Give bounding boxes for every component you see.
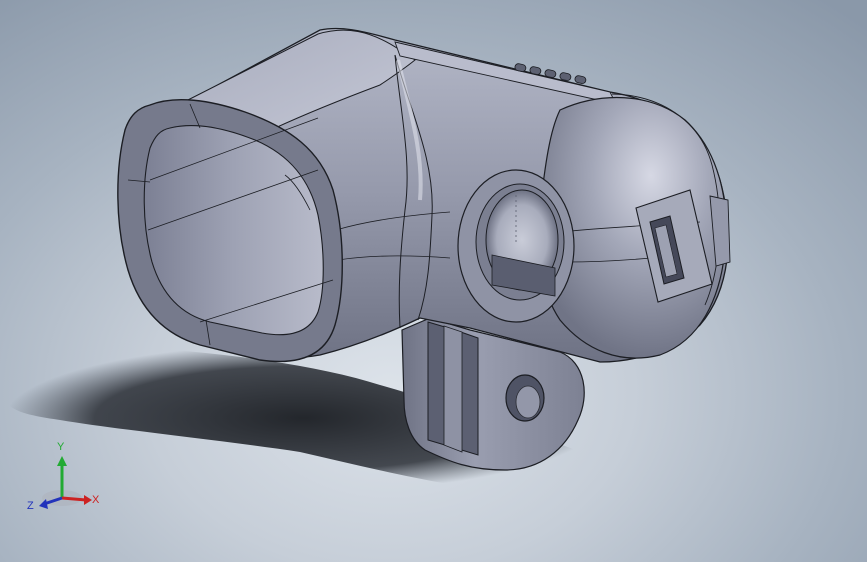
top-button-5[interactable]: [574, 75, 587, 84]
x-axis-arrow: [84, 495, 92, 505]
x-axis-label: X: [92, 494, 100, 506]
axis-triad[interactable]: Y X Z: [22, 440, 112, 520]
mount-rib: [443, 325, 463, 453]
cad-model[interactable]: [0, 0, 867, 562]
mount-hole-inner: [515, 385, 541, 419]
x-axis-line: [61, 496, 87, 502]
3d-viewport[interactable]: Y X Z: [0, 0, 867, 562]
y-axis-label: Y: [57, 441, 65, 453]
triad-graphic: [39, 456, 92, 509]
y-axis-arrow: [57, 456, 67, 466]
z-axis-label: Z: [27, 500, 34, 512]
